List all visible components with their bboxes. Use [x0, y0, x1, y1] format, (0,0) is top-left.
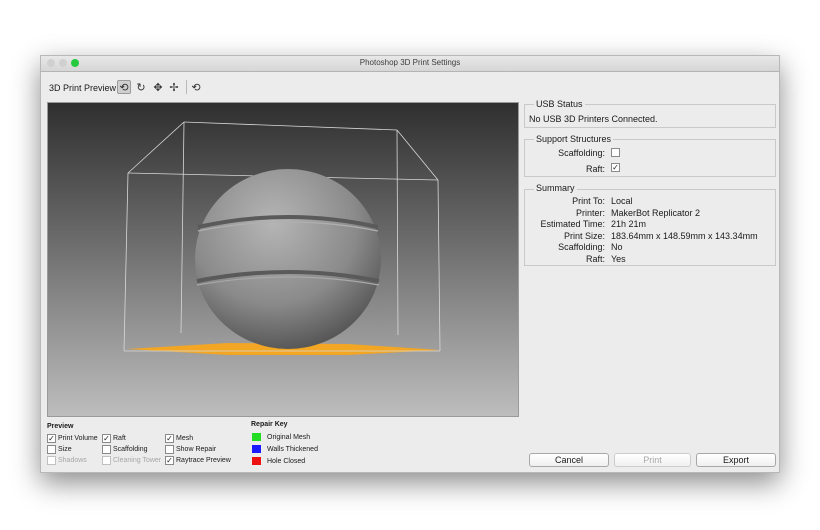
preview-heading: Preview	[47, 423, 74, 430]
raft-checkbox[interactable]: ✓	[611, 163, 620, 172]
preview-option-checkbox[interactable]	[165, 445, 174, 454]
summary-value: MakerBot Replicator 2	[611, 207, 701, 218]
support-structures-title: Support Structures	[534, 134, 614, 144]
summary-value: Yes	[611, 254, 626, 264]
repair-key-label: Walls Thickened	[267, 446, 318, 453]
preview-option-label: Show Repair	[176, 446, 217, 453]
summary-value: 183.64mm x 148.59mm x 143.34mm	[611, 230, 758, 241]
roll-tool-button[interactable]: ↻	[134, 80, 148, 94]
preview-scene	[123, 121, 441, 355]
repair-key-heading: Repair Key	[251, 421, 288, 428]
usb-status-message: No USB 3D Printers Connected.	[529, 114, 658, 124]
usb-status-title: USB Status	[534, 99, 585, 109]
toolbar-divider	[186, 80, 187, 94]
summary-label: Printer:	[575, 207, 605, 218]
title-bar: Photoshop 3D Print Settings	[41, 56, 779, 72]
reset-view-button[interactable]: ⟲	[189, 80, 203, 94]
raft-label: Raft:	[585, 164, 605, 174]
preview-option-checkbox[interactable]	[102, 445, 111, 454]
pan-icon: ✥	[153, 81, 163, 94]
roll-icon: ↻	[136, 81, 146, 94]
summary-value: 21h 21m	[611, 219, 647, 230]
scaffolding-checkbox[interactable]	[611, 148, 620, 157]
summary-title: Summary	[534, 183, 577, 193]
preview-option-checkbox[interactable]	[102, 456, 111, 465]
slide-tool-button[interactable]: ✢	[167, 80, 181, 94]
summary-label: Print Size:	[563, 230, 605, 241]
preview-option-label: Print Volume	[58, 435, 98, 442]
preview-option-label: Cleaning Tower	[113, 457, 162, 464]
toolbar-label: 3D Print Preview	[49, 83, 117, 93]
summary-label: Estimated Time:	[540, 219, 605, 230]
repair-key-swatch	[252, 457, 261, 465]
preview-option-checkbox[interactable]: ✓	[102, 434, 111, 443]
preview-option-label: Raft	[113, 435, 126, 442]
slide-icon: ✢	[169, 81, 179, 94]
sphere-model	[195, 169, 381, 349]
print-settings-window: Photoshop 3D Print Settings 3D Print Pre…	[40, 55, 780, 473]
print-button[interactable]: Print	[614, 453, 691, 467]
orbit-icon: ⟲	[119, 81, 129, 94]
scaffolding-label: Scaffolding:	[558, 148, 605, 158]
3d-print-preview[interactable]	[47, 102, 519, 417]
preview-option-checkbox[interactable]: ✓	[165, 434, 174, 443]
orbit-tool-button[interactable]: ⟲	[117, 80, 131, 94]
preview-option-checkbox[interactable]	[47, 445, 56, 454]
preview-option-checkbox[interactable]	[47, 456, 56, 465]
reset-view-icon: ⟲	[191, 81, 201, 94]
preview-option-label: Shadows	[58, 457, 87, 464]
summary-label: Raft:	[585, 254, 605, 264]
pan-tool-button[interactable]: ✥	[151, 80, 165, 94]
repair-key-label: Hole Closed	[267, 458, 306, 465]
preview-option-label: Size	[58, 446, 72, 453]
cancel-button[interactable]: Cancel	[529, 453, 609, 467]
repair-key-swatch	[252, 445, 261, 453]
preview-option-label: Scaffolding	[113, 446, 148, 453]
window-title: Photoshop 3D Print Settings	[359, 58, 461, 67]
preview-option-checkbox[interactable]: ✓	[165, 456, 174, 465]
preview-option-label: Raytrace Preview	[176, 457, 231, 464]
summary-label: Print To:	[572, 196, 605, 206]
preview-option-label: Mesh	[176, 435, 194, 442]
repair-key-swatch	[252, 433, 261, 441]
summary-value: Local	[611, 196, 633, 206]
export-button[interactable]: Export	[696, 453, 776, 467]
preview-option-checkbox[interactable]: ✓	[47, 434, 56, 443]
summary-value: No	[611, 242, 623, 253]
repair-key-label: Original Mesh	[267, 434, 311, 441]
summary-label: Scaffolding:	[558, 242, 605, 253]
